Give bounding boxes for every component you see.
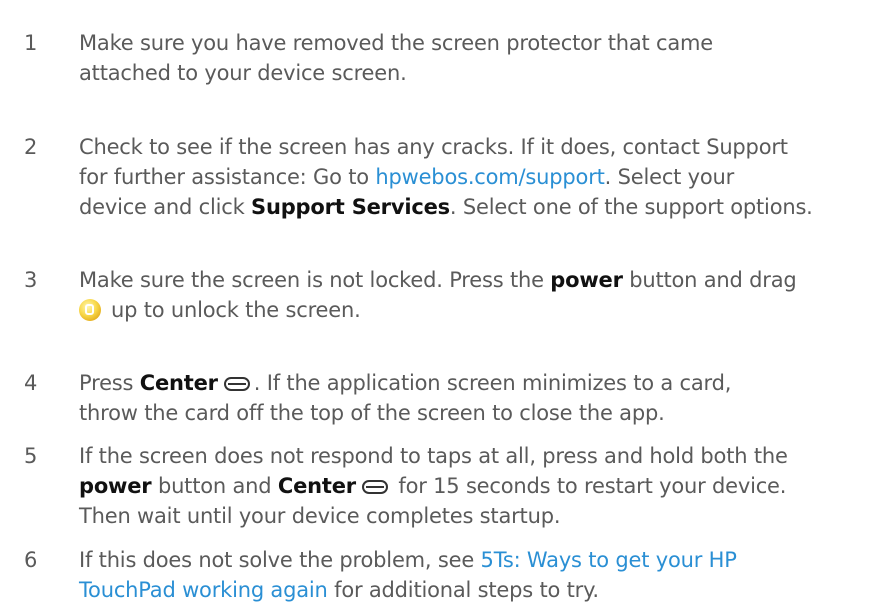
unlock-icon [79,299,101,321]
step-line: up to unlock the screen. [79,295,869,325]
step-text-segment: for 15 seconds to restart your device. [391,474,787,498]
step-line: If this does not solve the problem, see … [79,545,869,575]
step-line: power button and Center for 15 seconds t… [79,471,869,501]
five-ts-link[interactable]: 5Ts: Ways to get your HP [481,548,737,572]
step-text-segment: button and drag [622,268,797,292]
troubleshooting-steps: 1 Make sure you have removed the screen … [0,0,875,611]
step-line: device and click Support Services. Selec… [79,192,869,222]
step-text-segment: for additional steps to try. [327,578,599,602]
step-text: Press Center . If the application screen … [79,368,869,428]
step-number: 3 [24,268,38,292]
step-number: 4 [24,371,38,395]
step-text-segment: Make sure the screen is not locked. Pres… [79,268,551,292]
step-text: Make sure you have removed the screen pr… [79,28,869,88]
step-text-segment: for further assistance: Go to [79,165,376,189]
step-text: Check to see if the screen has any crack… [79,132,869,222]
step-text: If this does not solve the problem, see … [79,545,869,605]
step-text: If the screen does not respond to taps a… [79,441,869,531]
step-number: 5 [24,444,38,468]
step-line: If the screen does not respond to taps a… [79,444,788,468]
step-line: attached to your device screen. [79,61,407,85]
step-text-segment: . If the application screen minimizes to… [253,371,732,395]
step-line: for further assistance: Go to hpwebos.co… [79,162,869,192]
center-button-icon [361,480,388,494]
step-line: Then wait until your device completes st… [79,504,561,528]
step-text-segment: Press [79,371,140,395]
step-text-segment: . Select your [604,165,735,189]
power-label: power [79,474,152,498]
step-line: Press Center . If the application screen … [79,368,869,398]
step-line: TouchPad working again for additional st… [79,575,869,605]
step-text-segment: If this does not solve the problem, see [79,548,481,572]
center-label: Center [139,371,218,395]
step-text-segment: button and [151,474,278,498]
step-number: 6 [24,548,38,572]
support-services-label: Support Services [251,195,450,219]
step-text-segment: . Select one of the support options. [449,195,813,219]
step-text: Make sure the screen is not locked. Pres… [79,265,869,325]
step-line: throw the card off the top of the screen… [79,401,665,425]
step-line: Check to see if the screen has any crack… [79,135,788,159]
support-link[interactable]: hpwebos.com/support [375,165,604,189]
power-label: power [550,268,623,292]
step-text-segment: device and click [79,195,252,219]
center-label: Center [277,474,356,498]
five-ts-link[interactable]: TouchPad working again [79,578,328,602]
step-number: 2 [24,135,38,159]
step-line: Make sure you have removed the screen pr… [79,31,714,55]
step-line: Make sure the screen is not locked. Pres… [79,265,869,295]
step-text-segment: up to unlock the screen. [111,298,361,322]
center-button-icon [223,377,250,391]
step-number: 1 [24,31,38,55]
